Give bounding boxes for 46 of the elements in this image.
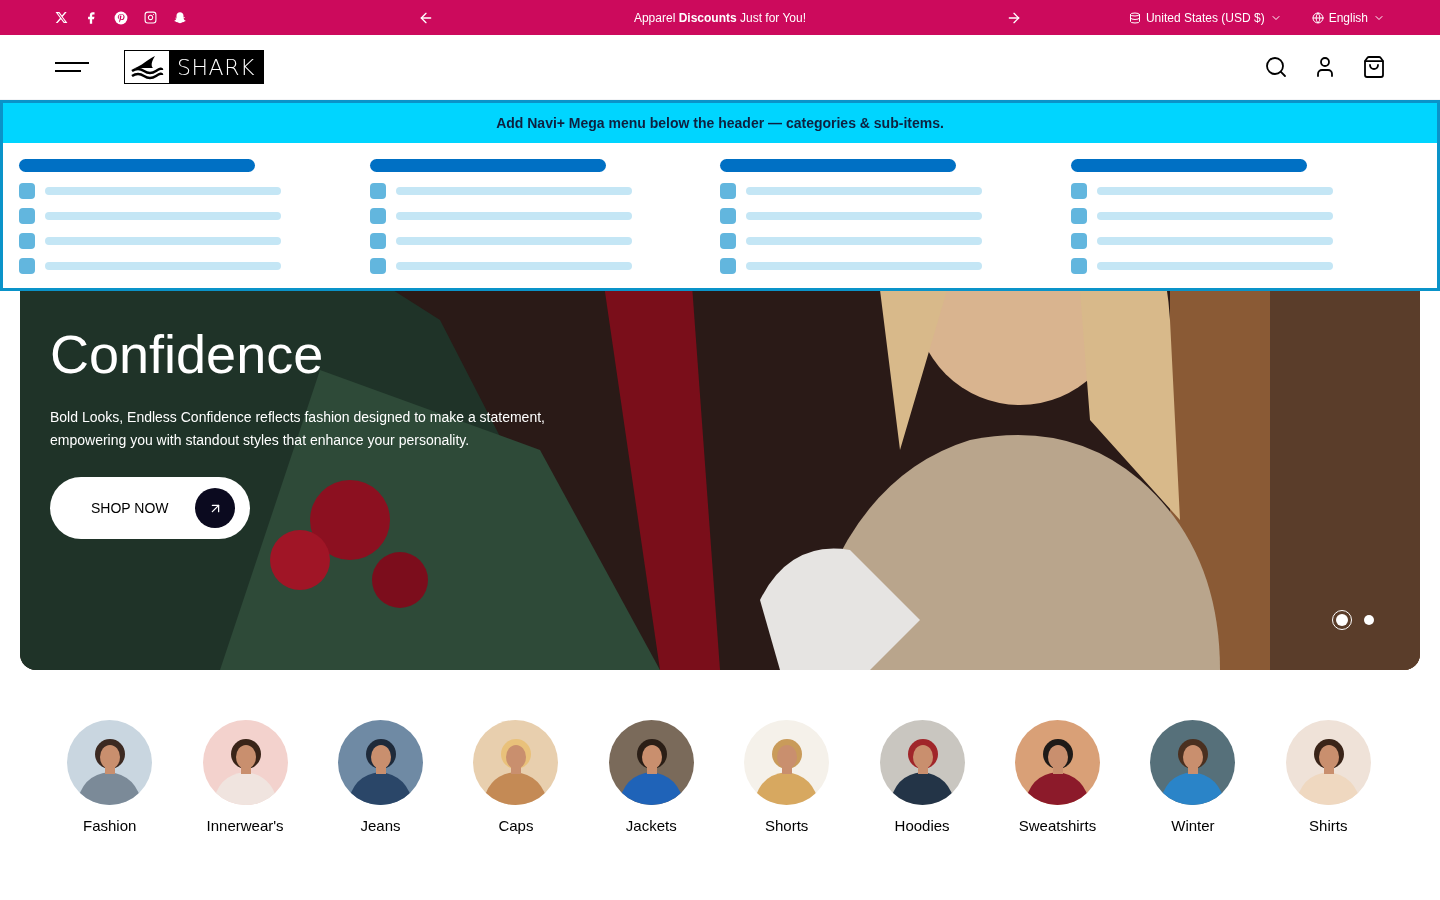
- placeholder-square: [19, 258, 35, 274]
- x-logo-icon[interactable]: [55, 11, 68, 24]
- pinterest-icon[interactable]: [114, 10, 128, 25]
- placeholder-square: [720, 183, 736, 199]
- arrow-up-right-icon: [195, 488, 235, 528]
- coins-icon: [1128, 11, 1141, 24]
- menu-icon[interactable]: [55, 61, 89, 73]
- placeholder-square: [19, 183, 35, 199]
- category-label[interactable]: Jackets: [625, 815, 677, 838]
- category-label[interactable]: Caps: [498, 815, 534, 838]
- placeholder-square: [1070, 233, 1087, 249]
- category-label[interactable]: Hoodies: [894, 815, 950, 838]
- placeholder-square: [369, 258, 386, 274]
- shark-fin-icon: [129, 54, 165, 80]
- placeholder-square: [369, 183, 386, 199]
- mega-menu-notice: Add Navi+ Mega menu below the header — categories & sub-items.: [3, 103, 1437, 143]
- placeholder-square: [720, 258, 736, 274]
- logo[interactable]: SHARK: [124, 50, 265, 84]
- category-label[interactable]: Shorts: [765, 815, 809, 838]
- search-icon[interactable]: [1264, 55, 1288, 79]
- category-label[interactable]: Sweatshirts: [1018, 815, 1097, 838]
- category-label[interactable]: Winter: [1171, 815, 1215, 838]
- placeholder-square: [19, 233, 35, 249]
- instagram-icon[interactable]: [144, 11, 157, 24]
- placeholder-square: [369, 233, 386, 249]
- placeholder-square: [369, 208, 386, 224]
- category-label[interactable]: Fashion: [83, 815, 137, 838]
- placeholder-square: [720, 208, 736, 224]
- placeholder-square: [1070, 208, 1087, 224]
- category-label[interactable]: Shirts: [1309, 815, 1348, 838]
- category-label[interactable]: Jeans: [360, 815, 401, 838]
- placeholder-square: [720, 233, 736, 249]
- bag-icon[interactable]: [1362, 55, 1386, 79]
- currency-selector[interactable]: United States (USD $): [1128, 8, 1282, 27]
- shop-now-button[interactable]: SHOP NOW: [50, 477, 250, 539]
- language-selector[interactable]: English: [1311, 8, 1385, 27]
- hero-heading: Confidence: [50, 323, 325, 386]
- ghost-icon[interactable]: [173, 10, 187, 25]
- placeholder-square: [1070, 258, 1087, 274]
- logo-text: SHARK: [176, 53, 257, 82]
- placeholder-square: [1070, 183, 1087, 199]
- placeholder-square: [19, 208, 35, 224]
- globe-icon: [1311, 11, 1324, 24]
- announcement-text: Apparel Discounts Just for You!: [633, 9, 807, 27]
- category-label[interactable]: Innerwear's: [206, 815, 284, 838]
- hero-text: Bold Looks, Endless Confidence reflects fashion designed to make a statement, empowering you with standout styles that enhance your personality.: [50, 408, 546, 450]
